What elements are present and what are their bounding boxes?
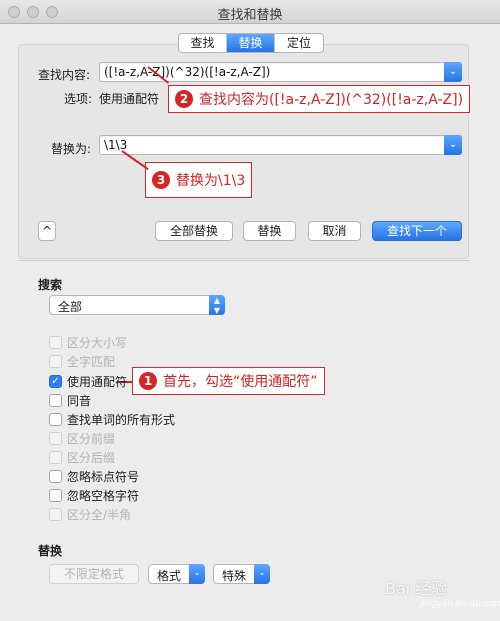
options-label: 选项:	[64, 92, 93, 106]
checkbox-icon[interactable]	[49, 412, 62, 426]
option-label: 区分前缀	[67, 431, 116, 446]
find-label: 查找内容:	[38, 68, 91, 82]
checkbox-icon[interactable]	[49, 354, 62, 368]
option-label: 区分全/半角	[67, 507, 132, 522]
no-formatting-button[interactable]: 不限定格式	[49, 564, 139, 584]
mode-tabs: 查找 替换 定位	[178, 33, 324, 53]
checkbox-icon[interactable]	[49, 507, 62, 521]
option-label: 区分后缀	[67, 450, 116, 465]
option-all-word-forms[interactable]: 查找单词的所有形式	[49, 411, 175, 427]
option-use-wildcards[interactable]: ✓ 使用通配符	[49, 373, 127, 389]
option-label: 使用通配符	[67, 374, 128, 389]
replace-all-button[interactable]: 全部替换	[155, 221, 233, 241]
window-title: 查找和替换	[217, 8, 283, 23]
title-bar: 查找和替换	[0, 0, 500, 24]
search-section-label: 搜索	[38, 278, 63, 292]
option-label: 忽略空格字符	[67, 488, 140, 503]
option-label: 查找单词的所有形式	[67, 412, 176, 427]
option-ignore-punctuation[interactable]: 忽略标点符号	[49, 468, 139, 484]
annotation-step-3-text: 替换为\1\3	[176, 173, 246, 189]
option-ignore-whitespace[interactable]: 忽略空格字符	[49, 487, 139, 503]
annotation-step-1-text: 首先，勾选“使用通配符”	[163, 374, 318, 390]
checkbox-icon[interactable]	[49, 469, 62, 483]
replace-button[interactable]: 替换	[243, 221, 296, 241]
annotation-step-2-text: 查找内容为([!a-z,A-Z])(^32)([!a-z,A-Z])	[199, 92, 464, 108]
replace-label: 替换为:	[51, 142, 92, 156]
step-1-badge: 1	[139, 372, 157, 390]
tab-find[interactable]: 查找	[179, 34, 227, 52]
replace-input[interactable]: \1\3 ⌄	[99, 135, 462, 155]
find-next-button[interactable]: 查找下一个	[372, 221, 462, 241]
option-match-suffix[interactable]: 区分后缀	[49, 449, 115, 465]
annotation-step-3: 3 替换为\1\3	[145, 162, 253, 198]
special-menu[interactable]: 特殊 ⌄	[213, 564, 270, 584]
checkbox-icon[interactable]	[49, 488, 62, 502]
option-whole-word[interactable]: 全字匹配	[49, 353, 115, 369]
format-menu[interactable]: 格式 ⌄	[148, 564, 205, 584]
search-scope-select[interactable]: 全部 ▲ ▼	[49, 295, 225, 315]
option-match-width[interactable]: 区分全/半角	[49, 506, 131, 522]
annotation-step-2: 2 查找内容为([!a-z,A-Z])(^32)([!a-z,A-Z])	[168, 85, 471, 113]
checkbox-icon[interactable]	[49, 450, 62, 464]
option-label: 全字匹配	[67, 354, 116, 369]
search-scope-value: 全部	[58, 300, 83, 314]
special-menu-label: 特殊	[222, 569, 247, 583]
tab-goto[interactable]: 定位	[275, 34, 323, 52]
find-history-chevron-icon[interactable]: ⌄	[444, 62, 462, 82]
option-match-case[interactable]: 区分大小写	[49, 334, 127, 350]
options-value: 使用通配符	[99, 92, 160, 106]
step-2-badge: 2	[175, 90, 193, 108]
expand-options-button[interactable]: ^	[38, 221, 56, 241]
tab-replace[interactable]: 替换	[227, 34, 275, 52]
checkbox-icon[interactable]	[49, 335, 62, 349]
option-label: 忽略标点符号	[67, 469, 140, 484]
chevron-down-icon: ⌄	[189, 564, 205, 584]
chevron-down-icon: ⌄	[254, 564, 270, 584]
replace-section-label: 替换	[38, 544, 63, 558]
checkbox-checked-icon[interactable]: ✓	[49, 374, 62, 388]
section-divider	[18, 260, 469, 261]
chevron-up-icon: ^	[41, 224, 53, 238]
watermark-url: jingyan.baidu.com	[420, 599, 500, 609]
option-sounds-like[interactable]: 同音	[49, 392, 91, 408]
checkbox-icon[interactable]	[49, 431, 62, 445]
annotation-step-1: 1 首先，勾选“使用通配符”	[132, 367, 325, 395]
option-label: 区分大小写	[67, 335, 128, 350]
step-3-badge: 3	[152, 171, 170, 189]
updown-chevron-icon: ▲ ▼	[209, 295, 225, 315]
replace-history-chevron-icon[interactable]: ⌄	[444, 135, 462, 155]
find-input-value: ([!a-z,A-Z])(^32)([!a-z,A-Z])	[104, 65, 271, 79]
baidu-jingyan-watermark: Bai 经验	[385, 579, 448, 598]
replace-input-value: \1\3	[104, 138, 128, 152]
option-label: 同音	[67, 393, 92, 408]
format-menu-label: 格式	[157, 569, 182, 583]
checkbox-icon[interactable]	[49, 393, 62, 407]
cancel-button[interactable]: 取消	[308, 221, 361, 241]
option-match-prefix[interactable]: 区分前缀	[49, 430, 115, 446]
